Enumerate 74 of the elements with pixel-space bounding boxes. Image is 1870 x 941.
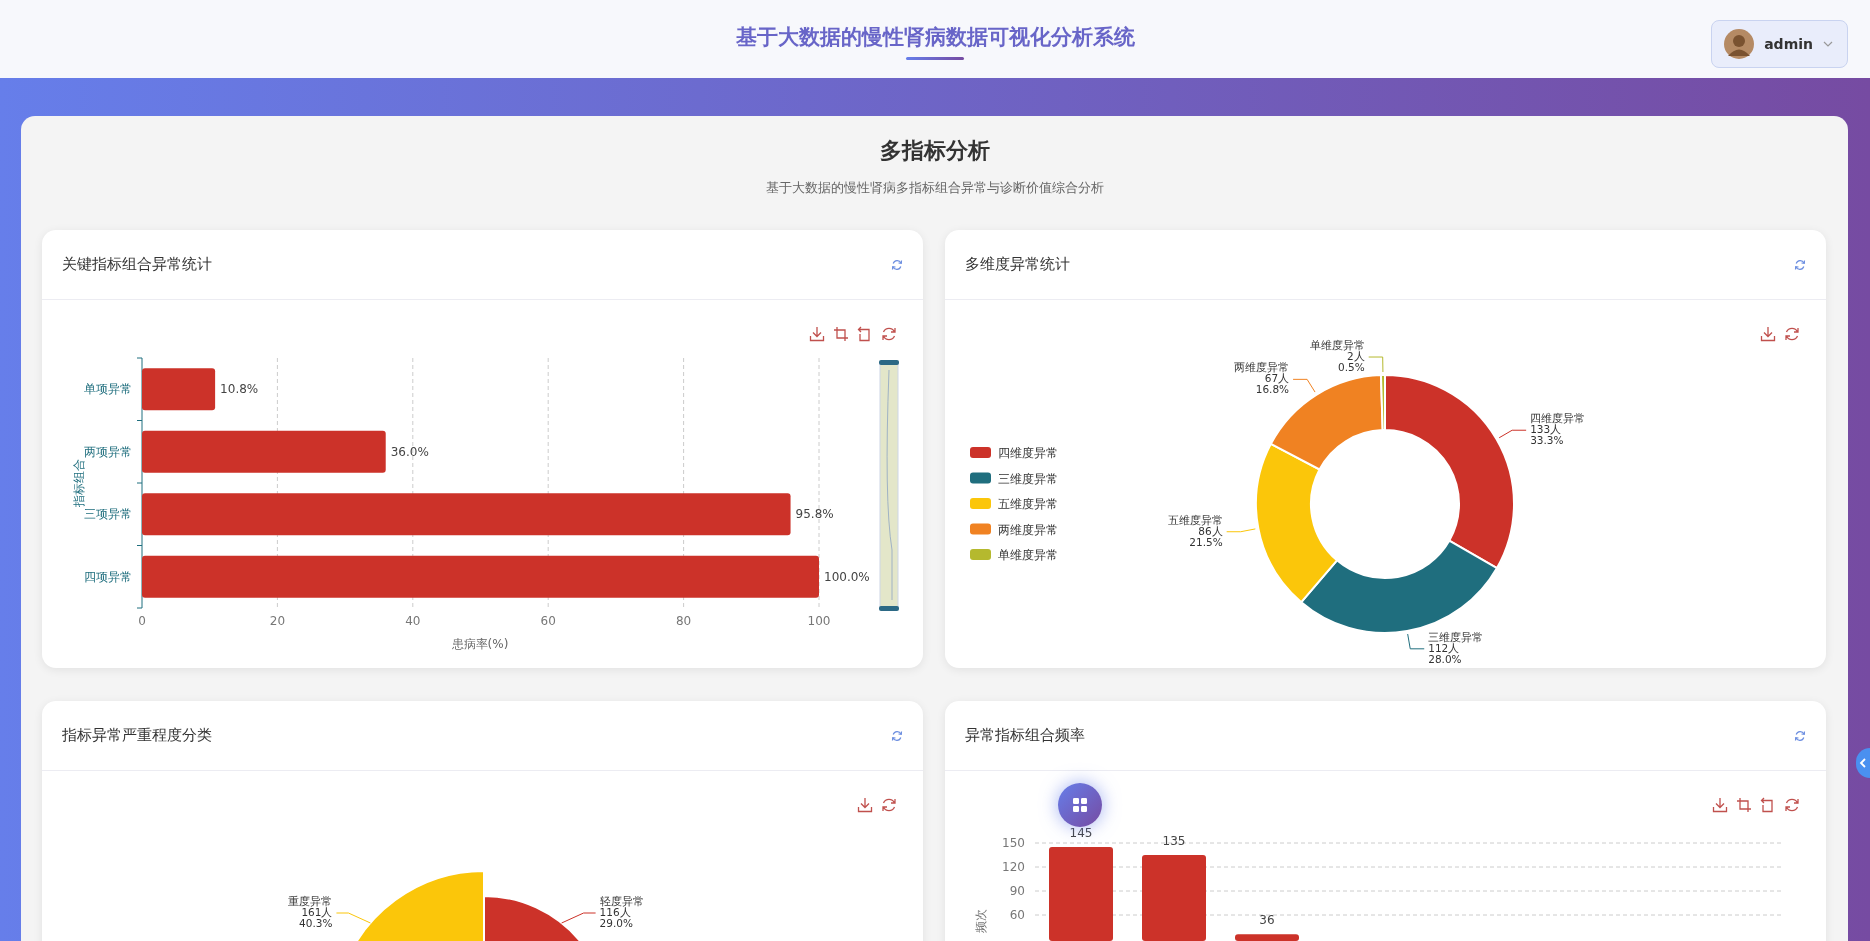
leader-line (1498, 429, 1527, 439)
download-icon[interactable] (809, 326, 825, 342)
app-title: 基于大数据的慢性肾病数据可视化分析系统 (735, 23, 1135, 51)
chevron-down-icon (1823, 41, 1833, 47)
tick-label: 40 (405, 614, 421, 628)
legend-label[interactable]: 单维度异常 (998, 548, 1058, 562)
tick-label: 150 (1002, 836, 1025, 850)
tick-label: 100 (807, 614, 831, 628)
leader-line (561, 912, 597, 924)
avatar-icon (1724, 29, 1755, 59)
card-title: 多维度异常统计 (965, 255, 1070, 274)
tick-label: 0 (138, 614, 146, 628)
leader-line (335, 912, 371, 924)
axis-label: 两项异常 (84, 444, 132, 459)
grid-icon (1072, 797, 1088, 813)
undo-crop-icon[interactable] (1760, 797, 1776, 813)
tick-label: 20 (269, 614, 286, 628)
restore-icon[interactable] (1784, 797, 1800, 813)
restore-icon[interactable] (1784, 326, 1800, 342)
legend-label[interactable]: 五维度异常 (998, 497, 1058, 511)
value-label: 95.8% (795, 507, 834, 522)
restore-icon[interactable] (881, 326, 897, 342)
legend-label[interactable]: 两维度异常 (998, 522, 1058, 537)
axis-label: 四项异常 (84, 569, 132, 584)
page-title: 多指标分析 (878, 137, 991, 165)
user-menu-button[interactable]: admin (1711, 20, 1848, 68)
refresh-icon[interactable] (1794, 729, 1806, 742)
legend-label[interactable]: 三维度异常 (998, 471, 1058, 486)
download-icon[interactable] (1760, 326, 1776, 342)
axis-label: 三项异常 (84, 507, 132, 522)
slice-label: 单维度异常 2人 0.5% (1309, 339, 1365, 373)
axis-title: 患病率(%) (451, 637, 509, 651)
value-label: 135 (1162, 834, 1186, 848)
tick-label: 80 (675, 614, 692, 628)
value-label: 36 (1259, 913, 1275, 928)
download-icon[interactable] (1712, 797, 1728, 813)
value-label: 10.8% (220, 382, 259, 397)
refresh-icon[interactable] (891, 258, 903, 271)
title-underline (906, 56, 964, 60)
card-title: 关键指标组合异常统计 (62, 255, 212, 274)
slice-label: 轻度异常 116人 29.0% (599, 895, 644, 929)
tick-label: 60 (1009, 908, 1025, 922)
bar (1235, 934, 1299, 941)
tick-label: 60 (540, 614, 556, 628)
axis-title: 频次 (974, 909, 988, 933)
value-label: 100.0% (824, 569, 870, 584)
leader-line (1368, 356, 1384, 373)
tick-label: 90 (1009, 884, 1025, 898)
tick-label: 120 (1002, 860, 1025, 874)
refresh-icon[interactable] (891, 729, 903, 742)
card-title: 异常指标组合频率 (965, 726, 1085, 745)
chevron-left-icon (1859, 758, 1867, 768)
download-icon[interactable] (857, 797, 873, 813)
leader-line (1407, 633, 1425, 650)
slice-label: 五维度异常 86人 21.5% (1167, 513, 1223, 548)
leader-line (1292, 378, 1316, 393)
crop-icon[interactable] (833, 326, 849, 342)
axis-title: 指标组合 (72, 459, 86, 507)
legend-label[interactable]: 四维度异常 (998, 446, 1058, 460)
slice-label: 重度异常 161人 40.3% (288, 895, 333, 929)
slice-label: 四维度异常 133人 33.3% (1530, 412, 1586, 447)
page-subtitle: 基于大数据的慢性肾病多指标组合异常与诊断价值综合分析 (764, 180, 1105, 197)
card-title: 指标异常严重程度分类 (62, 726, 212, 745)
leader-line (1226, 528, 1256, 533)
zoom-slider[interactable] (879, 360, 899, 611)
axis-label: 单项异常 (84, 382, 132, 397)
slice-label: 三维度异常 112人 28.0% (1428, 630, 1484, 665)
value-label: 145 (1069, 826, 1093, 840)
value-label: 36.0% (390, 444, 429, 459)
slice-label: 两维度异常 67人 16.8% (1234, 361, 1290, 396)
undo-crop-icon[interactable] (857, 326, 873, 342)
crop-icon[interactable] (1736, 797, 1752, 813)
restore-icon[interactable] (881, 797, 897, 813)
refresh-icon[interactable] (1794, 258, 1806, 271)
